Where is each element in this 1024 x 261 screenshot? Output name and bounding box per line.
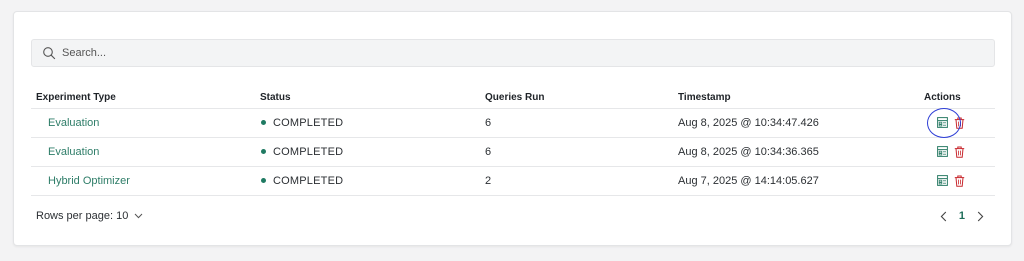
column-header-timestamp: Timestamp xyxy=(673,88,874,109)
page-1-button[interactable]: 1 xyxy=(959,210,965,222)
experiments-panel: Experiment Type Status Queries Run Times… xyxy=(13,11,1012,246)
column-header-actions: Actions xyxy=(874,88,995,109)
search-bar[interactable] xyxy=(31,39,995,67)
table-row: Evaluation COMPLETED 6 Aug 8, 2025 @ 10:… xyxy=(31,108,995,138)
delete-button[interactable] xyxy=(953,116,965,129)
next-page-button[interactable] xyxy=(973,208,987,224)
delete-button[interactable] xyxy=(953,174,965,187)
queries-run-cell: 6 xyxy=(480,108,673,138)
status-label: COMPLETED xyxy=(273,145,344,158)
queries-run-cell: 6 xyxy=(480,137,673,167)
view-report-button[interactable] xyxy=(936,145,948,158)
trash-icon xyxy=(954,117,964,129)
experiment-type-link[interactable]: Hybrid Optimizer xyxy=(36,175,130,187)
status-label: COMPLETED xyxy=(273,116,344,129)
delete-button[interactable] xyxy=(953,145,965,158)
timestamp-cell: Aug 8, 2025 @ 10:34:36.365 xyxy=(673,137,874,167)
table-row: Hybrid Optimizer COMPLETED 2 Aug 7, 2025… xyxy=(31,166,995,196)
status-cell: COMPLETED xyxy=(260,146,475,158)
row-actions xyxy=(879,108,990,138)
status-dot-icon xyxy=(261,149,266,154)
timestamp-cell: Aug 7, 2025 @ 14:14:05.627 xyxy=(673,166,874,196)
table-row: Evaluation COMPLETED 6 Aug 8, 2025 @ 10:… xyxy=(31,137,995,167)
status-label: COMPLETED xyxy=(273,174,344,187)
experiment-type-link[interactable]: Evaluation xyxy=(36,146,99,158)
column-header-status: Status xyxy=(255,88,480,109)
report-view-icon xyxy=(936,175,948,186)
status-dot-icon xyxy=(261,120,266,125)
column-header-queries-run: Queries Run xyxy=(480,88,673,109)
trash-icon xyxy=(954,146,964,158)
search-input[interactable] xyxy=(62,40,962,66)
status-dot-icon xyxy=(261,178,266,183)
pagination: 1 xyxy=(937,208,995,224)
rows-per-page-selector[interactable]: Rows per page: 10 xyxy=(31,210,143,222)
experiment-type-link[interactable]: Evaluation xyxy=(36,117,99,129)
status-cell: COMPLETED xyxy=(260,117,475,129)
status-cell: COMPLETED xyxy=(260,175,475,187)
table-header-row: Experiment Type Status Queries Run Times… xyxy=(31,88,995,109)
chevron-left-icon xyxy=(941,211,947,221)
chevron-down-icon xyxy=(134,213,143,219)
trash-icon xyxy=(954,175,964,187)
experiments-table: Experiment Type Status Queries Run Times… xyxy=(31,88,995,196)
chevron-right-icon xyxy=(977,211,983,221)
rows-per-page-label: Rows per page: 10 xyxy=(36,210,129,222)
timestamp-cell: Aug 8, 2025 @ 10:34:47.426 xyxy=(673,108,874,138)
search-icon xyxy=(42,46,56,60)
report-view-icon xyxy=(936,146,948,157)
row-actions xyxy=(879,145,990,158)
previous-page-button[interactable] xyxy=(937,208,951,224)
table-footer: Rows per page: 10 1 xyxy=(31,205,995,227)
view-report-button[interactable] xyxy=(936,116,948,129)
view-report-button[interactable] xyxy=(936,174,948,187)
report-view-icon xyxy=(936,117,948,128)
column-header-experiment-type: Experiment Type xyxy=(31,88,255,109)
row-actions xyxy=(879,174,990,187)
queries-run-cell: 2 xyxy=(480,166,673,196)
